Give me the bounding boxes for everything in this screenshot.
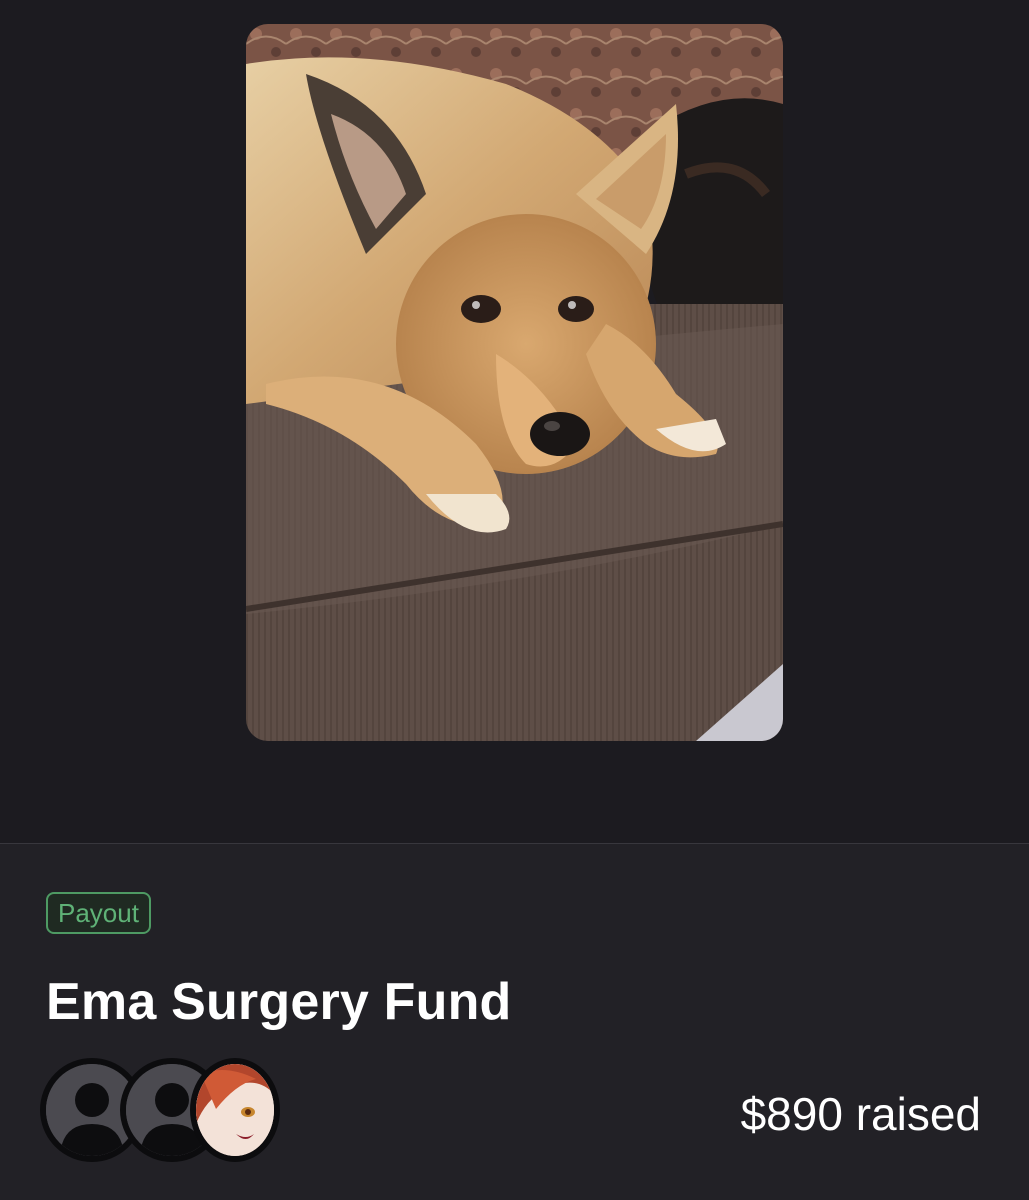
- campaign-title[interactable]: Ema Surgery Fund: [46, 972, 512, 1032]
- campaign-card[interactable]: Payout Ema Surgery Fund $890 raised: [0, 844, 1029, 1200]
- anime-avatar-icon: [196, 1064, 274, 1156]
- dog-photo-illustration: [246, 24, 783, 741]
- donor-avatar-image[interactable]: [190, 1058, 280, 1162]
- payout-badge: Payout: [46, 892, 151, 934]
- amount-raised: $890 raised: [740, 1088, 981, 1140]
- fundraiser-screen: Payout Ema Surgery Fund $890 raised: [0, 0, 1029, 1200]
- dog-photo[interactable]: [246, 24, 783, 741]
- media-area: [0, 0, 1029, 843]
- donor-avatars[interactable]: [40, 1058, 290, 1170]
